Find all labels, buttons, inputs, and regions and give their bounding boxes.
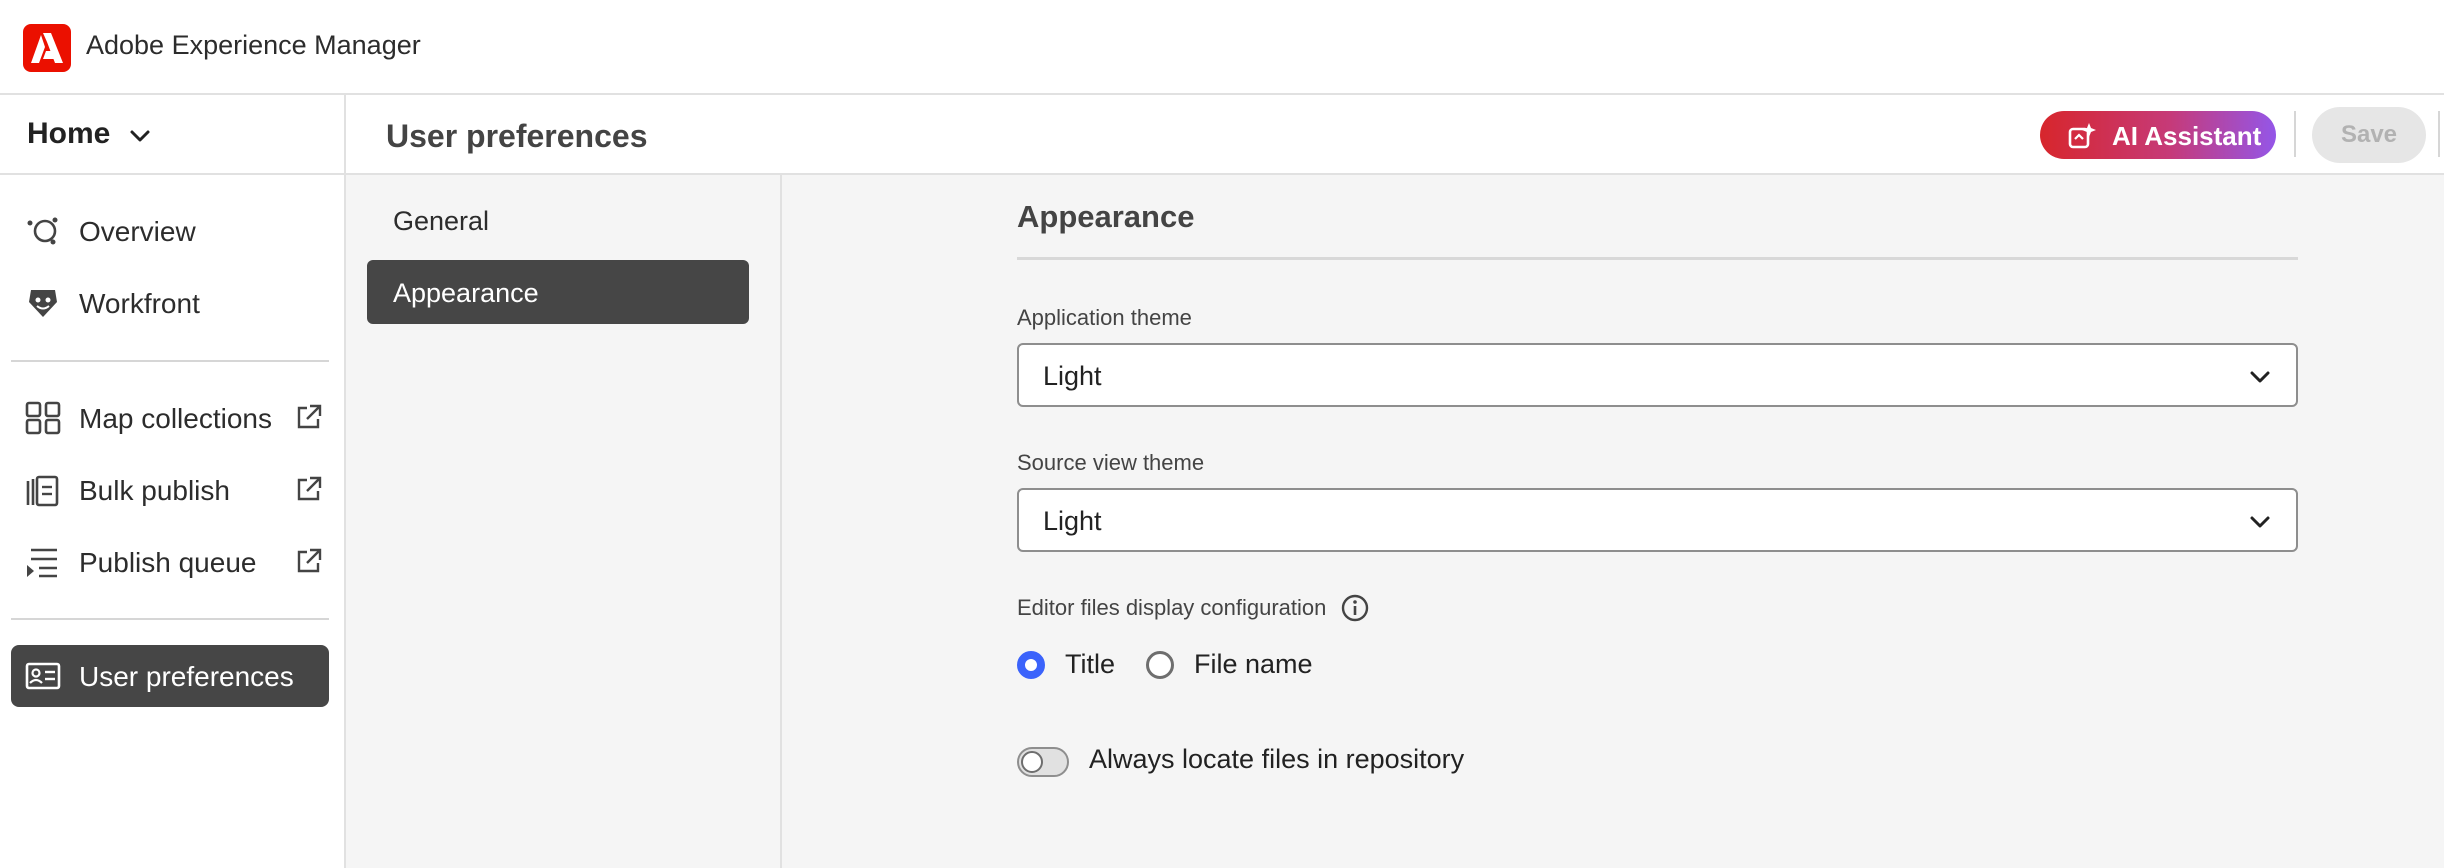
left-navigation: Home Overview Workfront Map collections … (0, 95, 346, 868)
save-button[interactable]: Save (2312, 107, 2426, 163)
subnav-item-appearance[interactable]: Appearance (367, 260, 749, 324)
chevron-down-icon (2248, 367, 2272, 392)
subnav-item-general[interactable]: General (367, 188, 749, 252)
source-view-theme-label: Source view theme (1017, 450, 1205, 475)
radio-circle (1146, 651, 1174, 679)
user-preferences-icon (25, 659, 61, 693)
chevron-down-icon (2248, 512, 2272, 537)
ai-sparkle-icon (2068, 123, 2096, 154)
nav-item-label: Workfront (79, 288, 200, 319)
nav-divider (11, 618, 329, 620)
chevron-down-icon (127, 123, 153, 154)
ai-assistant-label: AI Assistant (2112, 121, 2262, 151)
nav-item-label: Bulk publish (79, 475, 230, 506)
radio-circle (1017, 651, 1045, 679)
map-collections-icon (25, 401, 61, 435)
application-theme-picker[interactable]: Light (1017, 343, 2298, 407)
publish-queue-icon (25, 545, 61, 579)
nav-item-workfront[interactable]: Workfront (11, 272, 329, 334)
application-theme-label: Application theme (1017, 305, 1192, 330)
header-divider (2438, 111, 2440, 157)
nav-divider (11, 360, 329, 362)
ai-assistant-button[interactable]: AI Assistant (2040, 111, 2276, 159)
nav-item-label: Map collections (79, 403, 272, 434)
external-link-icon[interactable] (295, 547, 323, 580)
header-divider (2294, 111, 2296, 157)
appearance-panel: Appearance Application theme Light Sourc… (782, 175, 2444, 868)
info-icon[interactable] (1340, 593, 1370, 628)
source-view-theme-picker[interactable]: Light (1017, 488, 2298, 552)
toggle-knob (1021, 751, 1043, 773)
app-title: Adobe Experience Manager (86, 30, 421, 60)
bulk-publish-icon (25, 473, 61, 507)
always-locate-toggle[interactable] (1017, 747, 1069, 777)
top-bar: Adobe Experience Manager (0, 0, 2444, 95)
nav-item-overview[interactable]: Overview (11, 200, 329, 262)
overview-icon (25, 214, 61, 248)
nav-item-map-collections[interactable]: Map collections (11, 387, 329, 449)
adobe-logo-icon[interactable] (23, 24, 71, 72)
always-locate-label: Always locate files in repository (1089, 744, 1465, 774)
radio-label: Title (1065, 649, 1116, 679)
radio-label: File name (1194, 649, 1313, 679)
preferences-subnav: General Appearance (346, 175, 782, 868)
source-view-theme-value: Light (1043, 506, 1102, 536)
nav-item-label: Publish queue (79, 547, 257, 578)
workfront-icon (25, 286, 61, 320)
home-label: Home (27, 117, 111, 150)
nav-item-label: User preferences (79, 661, 294, 692)
subnav-item-label: Appearance (393, 278, 539, 308)
home-menu[interactable]: Home (0, 95, 344, 175)
editor-files-display-label: Editor files display configuration (1017, 595, 1327, 620)
section-title: Appearance (1017, 199, 1195, 234)
application-theme-value: Light (1043, 361, 1102, 391)
page-header: User preferences AI Assistant Save (346, 95, 2444, 175)
nav-item-user-preferences[interactable]: User preferences (11, 645, 329, 707)
external-link-icon[interactable] (295, 403, 323, 436)
external-link-icon[interactable] (295, 475, 323, 508)
nav-item-label: Overview (79, 216, 196, 247)
page-title: User preferences (386, 118, 648, 154)
subnav-item-label: General (393, 206, 490, 236)
nav-item-bulk-publish[interactable]: Bulk publish (11, 459, 329, 521)
nav-item-publish-queue[interactable]: Publish queue (11, 531, 329, 593)
section-divider (1017, 257, 2298, 260)
